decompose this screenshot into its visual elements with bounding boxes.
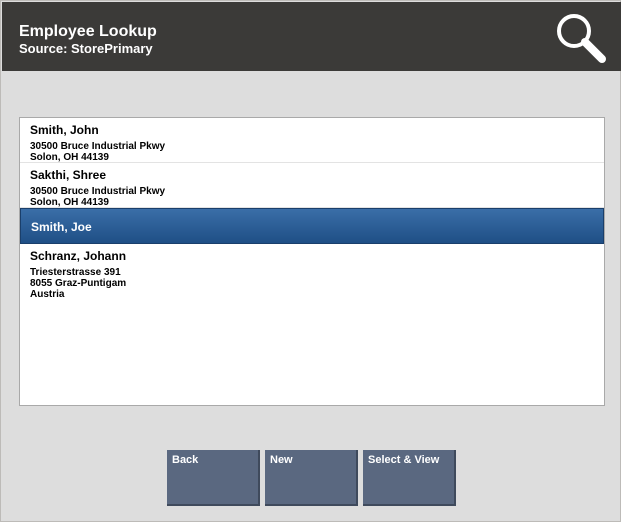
employee-list[interactable]: Smith, John 30500 Bruce Industrial Pkwy … bbox=[19, 117, 605, 406]
page-title: Employee Lookup bbox=[19, 23, 157, 40]
employee-address-line: Solon, OH 44139 bbox=[30, 152, 109, 163]
employee-name: Schranz, Johann bbox=[30, 249, 127, 263]
list-item-selected[interactable]: Smith, Joe bbox=[20, 208, 604, 244]
list-item[interactable]: Smith, John 30500 Bruce Industrial Pkwy … bbox=[20, 118, 604, 163]
employee-address-line: 8055 Graz-Puntigam bbox=[30, 278, 127, 289]
employee-address-line: 30500 Bruce Industrial Pkwy bbox=[30, 186, 166, 197]
employee-address-line: Triesterstrasse 391 bbox=[30, 267, 121, 278]
list-item[interactable]: Sakthi, Shree 30500 Bruce Industrial Pkw… bbox=[20, 163, 604, 208]
page-subtitle: Source: StorePrimary bbox=[19, 41, 153, 56]
employee-lookup-window: Employee Lookup Source: StorePrimary Smi… bbox=[0, 0, 621, 522]
select-view-button[interactable]: Select & View bbox=[363, 450, 456, 506]
list-item[interactable]: Schranz, Johann Triesterstrasse 391 8055… bbox=[20, 244, 604, 300]
header-bar: Employee Lookup Source: StorePrimary bbox=[2, 2, 621, 71]
employee-address-line: Solon, OH 44139 bbox=[30, 197, 109, 208]
employee-address-line: Austria bbox=[30, 289, 65, 300]
back-button[interactable]: Back bbox=[167, 450, 260, 506]
employee-address-line: 30500 Bruce Industrial Pkwy bbox=[30, 141, 166, 152]
employee-name: Smith, John bbox=[30, 123, 99, 137]
new-button[interactable]: New bbox=[265, 450, 358, 506]
employee-name: Smith, Joe bbox=[31, 220, 92, 234]
employee-name: Sakthi, Shree bbox=[30, 168, 107, 182]
search-icon[interactable] bbox=[554, 10, 608, 66]
